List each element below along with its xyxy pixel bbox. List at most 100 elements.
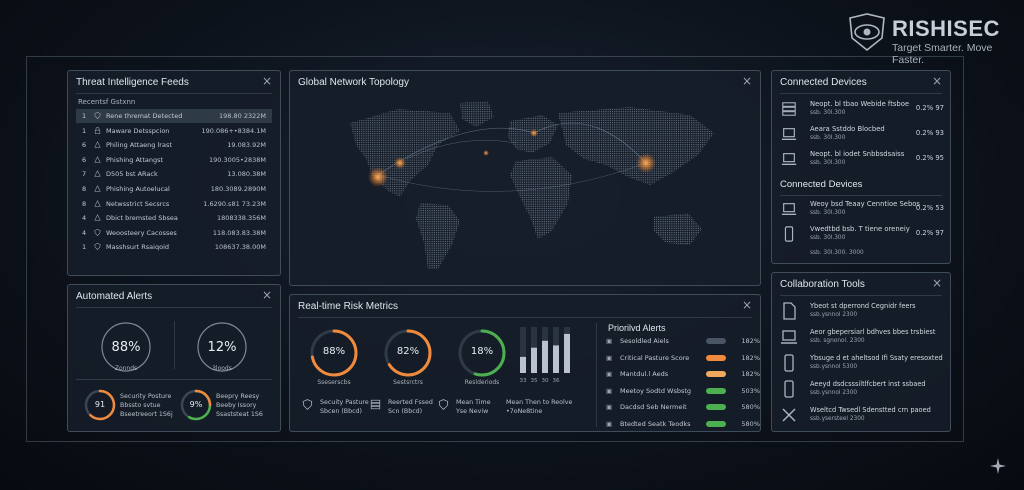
collab-row[interactable]: Ybsuge d et aheltsod Ifi Ssaty eresoxted… — [780, 351, 944, 377]
close-icon[interactable]: × — [742, 74, 752, 88]
row-label: Philing Attaeng lrast — [106, 141, 172, 150]
feed-row[interactable]: 1 Maware Detsspcion 190.086+•8384.1M — [76, 124, 272, 138]
mini-gauge-text: Bbssto svtue — [120, 402, 161, 409]
collab-item-title: Aeor gbepersiarl bdhves bbes trsbiest — [810, 328, 936, 336]
collab-item-title: Ybsuge d et aheltsod Ifi Ssaty eresoxted — [810, 354, 943, 362]
shield-icon — [94, 112, 101, 119]
panel-title: Real-time Risk Metrics — [298, 301, 399, 312]
feed-row[interactable]: 6 Phishing Attangst 190.3005•2838M — [76, 153, 272, 167]
row-number: 7 — [82, 170, 87, 179]
threat-hotspot — [636, 153, 656, 173]
priority-alert-row[interactable]: ▣ Sesoldled Aiels 182% — [606, 335, 760, 349]
gauge-caption: Zonnds — [114, 365, 138, 372]
bar — [520, 356, 526, 373]
alert-icon: ▣ — [606, 370, 613, 378]
feed-row[interactable]: 6 Philing Attaeng lrast 19.083.92M — [76, 138, 272, 152]
metric-label: Mean Then to Reolve — [506, 399, 573, 406]
metric-label: Yse Neviw — [456, 408, 489, 415]
priority-alert-row[interactable]: ▣ Critical Pasture Score 182% — [606, 352, 760, 366]
alert-icon — [94, 141, 101, 148]
alert-icon: ▣ — [606, 337, 613, 345]
feed-row[interactable]: 1 Masshsurt Rsaiqoid 108637.38.00M — [76, 240, 272, 254]
mini-gauge-text: Security Posture — [120, 393, 172, 400]
device-name: Weoy bsd Teaay Cenntioe Sebos — [810, 200, 920, 208]
device-row[interactable]: Neopt. bl iodet Snbbsdsaiss ssb. 30l.300 0… — [780, 149, 944, 171]
row-value: 19.083.92M — [227, 141, 266, 150]
alert-label: Meetoy Sodtd Wsbstg — [620, 386, 692, 395]
mini-gauge-text: Beepry Reesy — [216, 393, 260, 400]
continent-south-america — [416, 203, 460, 269]
device-row[interactable]: Neopt. bl tbao Webide ftsboe ssb. 30l.300… — [780, 99, 944, 121]
collab-row[interactable]: Ybeot st dperrond Cegnidr feers ssb.ysnno… — [780, 299, 944, 325]
threat-hotspot — [394, 157, 406, 169]
alert-icon: ▣ — [606, 403, 613, 411]
alert-icon — [94, 170, 101, 177]
close-icon[interactable]: × — [932, 74, 942, 88]
world-map[interactable] — [310, 93, 742, 283]
feed-row[interactable]: 7 D505 bst ARack 13.080.38M — [76, 167, 272, 181]
panel-title: Connected Devices — [780, 77, 867, 88]
row-label: Maware Detsspcion — [106, 126, 170, 135]
close-icon[interactable]: × — [262, 74, 272, 88]
bar — [553, 345, 559, 373]
row-number: 1 — [82, 243, 87, 252]
eye-shield-logo-icon — [849, 13, 885, 52]
close-icon[interactable]: × — [932, 276, 942, 290]
threat-hotspot — [530, 129, 538, 137]
device-name: Neopt. bl tbao Webide ftsboe — [810, 100, 910, 108]
row-label: Netwsstrict Secsrcs — [106, 199, 170, 208]
server-icon — [782, 102, 796, 116]
alert-icon — [94, 199, 102, 209]
priority-alert-row[interactable]: ▣ Btedted Seatk Teodks 580% — [606, 418, 760, 432]
collab-row[interactable]: Aeor gbepersiarl bdhves bbes trsbiest ssb… — [780, 325, 944, 351]
device-row[interactable]: Vwedtbd bsb. T tiene oreneiy ssb. 30l.300… — [780, 224, 944, 246]
mini-gauge-text: Ssaststeat 1S6 — [216, 411, 263, 418]
continent-asia — [558, 107, 714, 185]
device-row[interactable]: Weoy bsd Teaay Cenntioe Sebos ssb. 30l.30… — [780, 199, 944, 221]
close-icon[interactable]: × — [262, 288, 272, 302]
device-address: ssb. 30l.300 — [810, 110, 846, 116]
collab-item-meta: ssb.ysersteel 2300 — [810, 416, 865, 422]
feed-row[interactable]: 4 Weoosteery Cacosses 118.083.83.38M — [76, 226, 272, 240]
feed-row[interactable]: 4 Dbict bremsted Sbsea 1808338.356M — [76, 211, 272, 225]
collab-item-title: Aeeyd dsdcsssiltlfcbert inst ssbaed — [810, 380, 926, 388]
laptop-icon — [781, 153, 797, 165]
feed-row[interactable]: 1 Rene thremat Detected 198.80 2322M — [76, 109, 272, 123]
collab-row[interactable]: Wseltcd Twsedl Sdenstted crn paoed ssb.ys… — [780, 403, 944, 429]
priority-alert-row[interactable]: ▣ Dacdsd Seb Nermeit 580% — [606, 401, 760, 415]
priority-alert-row[interactable]: ▣ Meetoy Sodtd Wsbstg 503% — [606, 385, 760, 399]
panel-title: Automated Alerts — [76, 291, 153, 302]
device-address: ssb. 30l.300 — [810, 135, 846, 141]
gauge-caption: Reslderiods — [464, 379, 500, 386]
row-value: 180.3089.2890M — [210, 185, 266, 193]
feed-row[interactable]: 8 Netwsstrict Secsrcs 1.6290.s81 73.23M — [76, 197, 272, 211]
alert-icon: ▣ — [606, 419, 613, 428]
row-number: 4 — [82, 214, 87, 223]
close-icon[interactable]: × — [742, 298, 752, 312]
row-label: Rene thremat Detected — [106, 112, 183, 120]
alert-value: 503% — [741, 386, 760, 395]
row-value: 190.3005•2838M — [209, 155, 266, 164]
bar — [531, 347, 537, 373]
device-status: 0.2% 53 — [915, 204, 944, 212]
alert-icon — [94, 156, 102, 165]
divider — [76, 93, 272, 94]
priority-alert-row[interactable]: ▣ Mantdul.l Aeds 182% — [606, 368, 760, 382]
collab-item-meta: ssb.ysnnol 5300 — [810, 364, 858, 370]
network-topology-panel: Global Network Topology × — [289, 70, 761, 286]
collab-row[interactable]: Aeeyd dsdcsssiltlfcbert inst ssbaed ssb.y… — [780, 377, 944, 403]
tools-icon — [782, 408, 796, 422]
bar-label: 35 — [531, 378, 538, 384]
laptop-icon — [781, 128, 797, 140]
laptop-icon — [781, 330, 797, 344]
alert-label: Critical Pasture Score — [620, 353, 690, 362]
feed-row[interactable]: 8 Phishing Autoelucal 180.3089.2890M — [76, 182, 272, 196]
alert-label: Sesoldled Aiels — [620, 337, 669, 345]
document-icon — [783, 302, 796, 320]
lock-icon — [94, 126, 101, 134]
alert-icon — [94, 156, 101, 163]
device-status: 0.2% 95 — [915, 154, 944, 162]
alert-value: 182% — [741, 337, 760, 345]
device-row[interactable]: Aeara Sstddo Blocbed ssb. 30l.300 0.2% 93 — [780, 124, 944, 146]
row-number: 1 — [82, 126, 87, 135]
